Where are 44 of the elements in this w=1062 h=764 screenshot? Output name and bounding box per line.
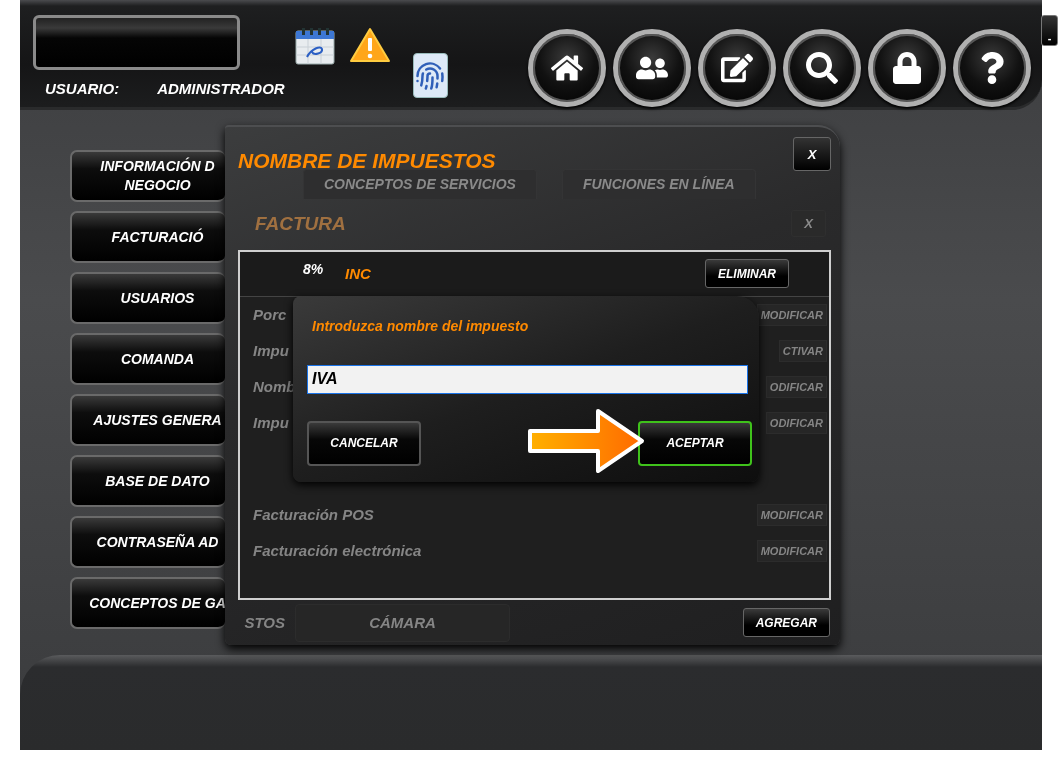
fingerprint-icon[interactable] (412, 53, 448, 98)
warning-icon[interactable] (348, 27, 391, 63)
background-action-button[interactable]: MODIFICAR (756, 303, 827, 326)
cancel-button[interactable]: CANCELAR (307, 420, 421, 466)
minimize-button[interactable]: - (1040, 15, 1059, 46)
search-icon (805, 52, 838, 84)
background-row-label: Impu (253, 414, 289, 432)
user-label: USUARIO: (45, 80, 120, 97)
sidebar-button[interactable]: AJUSTES GENERA (70, 394, 225, 446)
sidebar-button[interactable]: FACTURACIÓ (70, 211, 225, 263)
sidebar-button[interactable]: CONTRASEÑA AD (70, 516, 225, 568)
tax-name: INC (345, 265, 371, 283)
edit-icon (720, 52, 753, 84)
background-tab[interactable]: CONCEPTOS DE SERVICIOS (303, 168, 537, 199)
tax-name-field[interactable]: IVA (307, 364, 748, 394)
lock-icon (890, 52, 923, 84)
prompt-label: Introduzca nombre del impuesto (312, 317, 530, 334)
background-footer-text: STOS (243, 614, 285, 632)
background-action-button[interactable]: MODIFICAR (756, 503, 827, 526)
delete-button[interactable]: ELIMINAR (705, 259, 789, 289)
user-name: ADMINISTRADOR (157, 80, 285, 97)
accept-button[interactable]: ACEPTAR (638, 420, 752, 466)
sidebar-button[interactable]: BASE DE DATO (70, 455, 225, 507)
background-action-button[interactable]: ODIFICAR (765, 375, 827, 398)
background-section-title: FACTURA (255, 212, 346, 235)
background-row-label: Porc (253, 306, 287, 324)
add-button[interactable]: AGREGAR (742, 608, 830, 638)
tax-rate: 8% (303, 260, 325, 277)
background-close-button[interactable]: X (791, 210, 826, 238)
background-action-button[interactable]: CTIVAR (778, 339, 827, 362)
sidebar-button[interactable]: COMANDA (70, 333, 225, 385)
background-row-label: Impu (253, 342, 289, 360)
sidebar-button[interactable]: USUARIOS (70, 272, 225, 324)
background-row-label: Facturación POS (253, 506, 374, 524)
background-action-button[interactable]: MODIFICAR (756, 539, 827, 562)
arrow-icon (526, 406, 646, 475)
sidebar-button[interactable]: INFORMACIÓN D NEGOCIO (70, 150, 225, 202)
close-button[interactable]: X (793, 137, 831, 171)
background-row-label: Facturación electrónica (253, 542, 422, 560)
background-camera-button[interactable]: CÁMARA (295, 603, 510, 642)
sidebar-button[interactable]: CONCEPTOS DE GA (70, 577, 225, 629)
background-action-button[interactable]: ODIFICAR (765, 411, 827, 434)
background-tab[interactable]: FUNCIONES EN LÍNEA (561, 168, 756, 199)
calendar-icon[interactable] (294, 27, 335, 65)
